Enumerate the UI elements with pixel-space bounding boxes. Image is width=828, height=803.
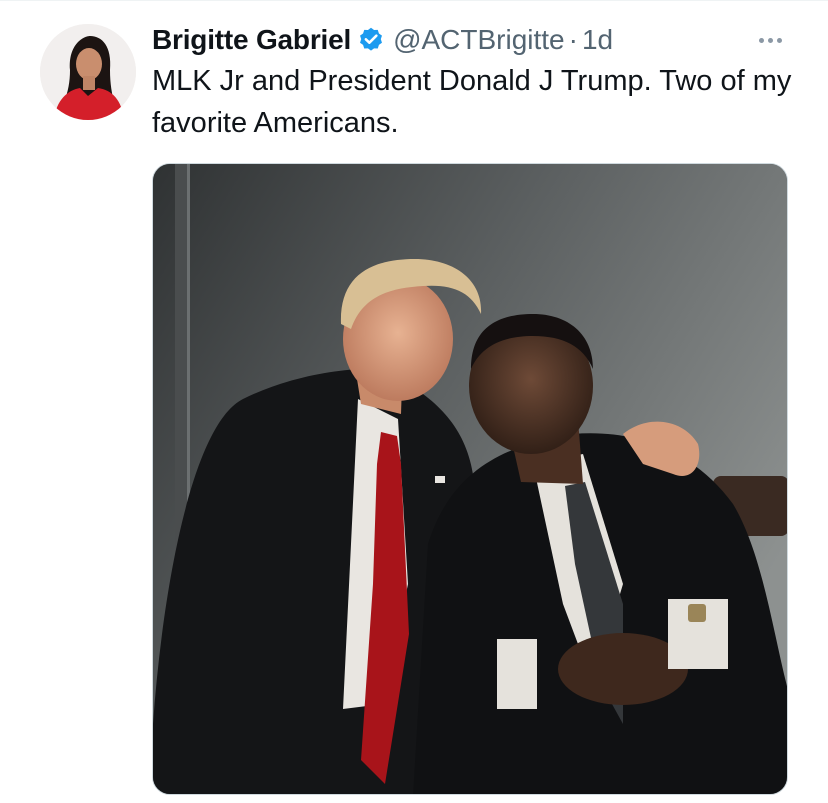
verified-badge-icon [357,26,385,54]
separator: · [568,24,578,55]
tweet-header: Brigitte Gabriel @ACTBrigitte · 1d [152,20,613,60]
tweet[interactable]: Brigitte Gabriel @ACTBrigitte · 1d MLK J… [0,0,828,803]
profile-photo [40,24,136,120]
display-name[interactable]: Brigitte Gabriel [152,24,351,56]
tweet-text: MLK Jr and President Donald J Trump. Two… [152,65,792,139]
user-handle[interactable]: @ACTBrigitte [393,24,565,56]
divider [0,0,828,1]
more-horizontal-icon[interactable] [750,28,790,52]
tweet-media-photo[interactable] [152,163,788,795]
avatar[interactable] [40,24,136,120]
photo-image [153,164,787,794]
timestamp[interactable]: 1d [582,24,613,56]
